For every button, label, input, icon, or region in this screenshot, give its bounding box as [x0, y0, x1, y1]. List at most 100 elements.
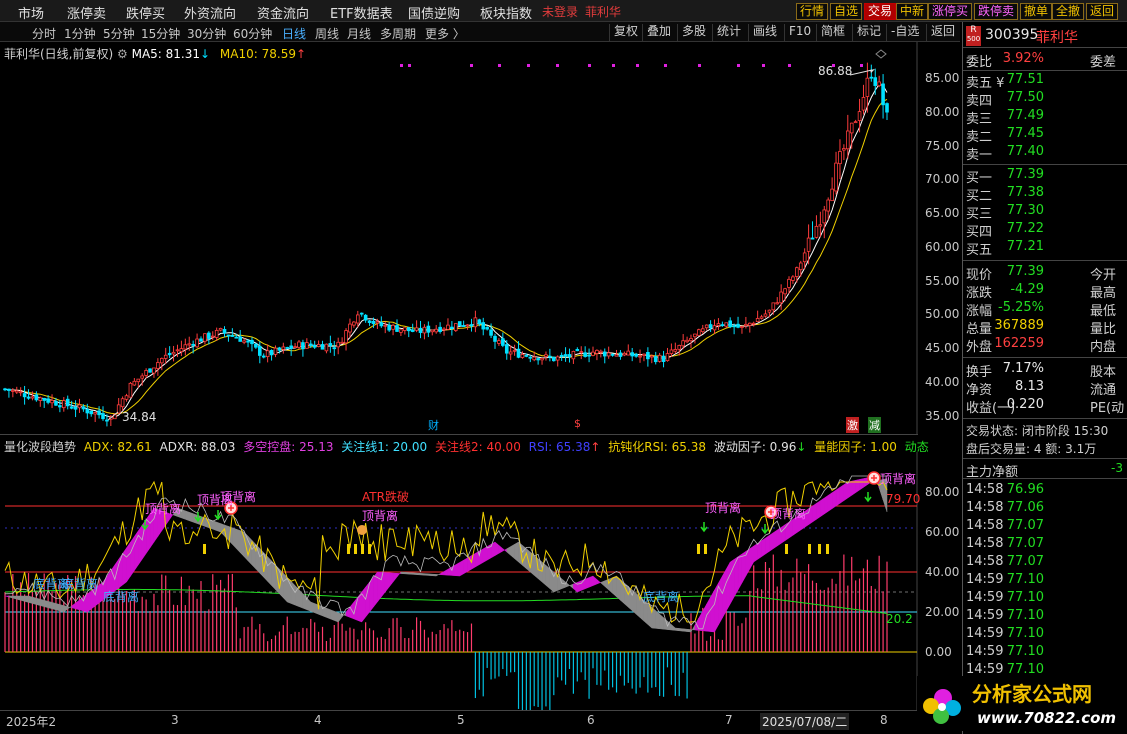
bid-level[interactable]: 买五 77.21 — [966, 239, 1126, 258]
trend-ribbon — [769, 532, 774, 552]
quote-button[interactable]: 行情 — [796, 3, 829, 20]
indicator-right-value: 79.70 — [886, 492, 921, 506]
candle-body — [46, 398, 50, 403]
period-timeshare[interactable]: 分时 — [32, 25, 56, 42]
cancel-all-button[interactable]: 全撤 — [1052, 3, 1085, 20]
new-shares-button[interactable]: 中新 — [896, 3, 929, 20]
ask-level[interactable]: 卖一 77.40 — [966, 144, 1126, 163]
menu-etf-data[interactable]: ETF数据表 — [330, 3, 393, 22]
trade-button[interactable]: 交易 — [864, 3, 897, 20]
bid-level[interactable]: 买二 77.38 — [966, 185, 1126, 204]
menu-capital-flow[interactable]: 资金流向 — [257, 3, 309, 22]
candle-body — [293, 346, 297, 349]
bottom-divergence-label: 底背离 — [103, 590, 140, 604]
menu-bond-repo[interactable]: 国债逆购 — [408, 3, 460, 22]
overlay-button[interactable]: 叠加 — [642, 24, 675, 41]
period-15min[interactable]: 15分钟 — [141, 25, 180, 42]
bid-price: 77.39 — [1006, 167, 1044, 182]
adjust-button[interactable]: 复权 — [609, 24, 642, 41]
period-more[interactable]: 更多 〉 — [425, 25, 465, 42]
candle-body — [653, 356, 658, 363]
trend-ribbon — [569, 583, 574, 590]
stat-value: -5.25% — [998, 300, 1044, 315]
candle-body — [363, 314, 368, 321]
draw-line-button[interactable]: 画线 — [748, 24, 781, 41]
bid-level[interactable]: 买三 77.30 — [966, 203, 1126, 222]
candle-body — [512, 349, 517, 352]
trend-ribbon — [820, 497, 825, 518]
menu-market[interactable]: 市场 — [18, 3, 44, 22]
tick-time: 14:59 — [966, 626, 1004, 641]
bid-label: 买一 — [966, 171, 993, 186]
candle-body — [873, 77, 878, 86]
trend-ribbon — [443, 568, 449, 576]
candle-body — [26, 396, 31, 399]
stat-row: 现价 77.39 今开 — [966, 264, 1126, 283]
indicator-legend: 量化波段趋势 ADX: 82.61 ADXR: 88.03 多空控盘: 25.1… — [4, 438, 929, 454]
ask-level[interactable]: 卖二 77.45 — [966, 126, 1126, 145]
finance-marker[interactable]: 财 — [428, 417, 439, 433]
period-5min[interactable]: 5分钟 — [103, 25, 135, 42]
candle-body — [7, 388, 11, 391]
bottom-divergence-label: 底背离 — [643, 590, 680, 604]
period-multi[interactable]: 多周期 — [380, 25, 416, 42]
candle-body — [246, 340, 250, 343]
bid-level[interactable]: 买一 77.39 — [966, 167, 1126, 186]
remove-watchlist-button[interactable]: -自选 — [886, 24, 923, 41]
candle-body — [720, 324, 725, 327]
menu-sector-index[interactable]: 板块指数 — [480, 3, 532, 22]
limit-up-buy-button[interactable]: 涨停买 — [928, 3, 973, 20]
limit-down-sell-button[interactable]: 跌停卖 — [974, 3, 1019, 20]
ask-level[interactable]: 卖四 77.50 — [966, 90, 1126, 109]
trend-ribbon — [827, 492, 833, 512]
trend-ribbon — [43, 599, 49, 609]
menu-limit-down-buy[interactable]: 跌停买 — [126, 3, 165, 22]
dollar-marker[interactable]: $ — [574, 417, 581, 430]
stats-button[interactable]: 统计 — [712, 24, 745, 41]
candle-body — [716, 323, 721, 326]
indicator-chart[interactable] — [0, 452, 918, 710]
signal-dot — [762, 64, 765, 67]
menu-foreign-flow[interactable]: 外资流向 — [184, 3, 236, 22]
back-button[interactable]: 返回 — [1086, 3, 1119, 20]
diamond-marker — [875, 49, 887, 59]
stat-value: 0.220 — [1006, 397, 1044, 412]
cancel-order-button[interactable]: 撤单 — [1020, 3, 1053, 20]
login-status[interactable]: 未登录 — [542, 3, 578, 20]
period-30min[interactable]: 30分钟 — [187, 25, 226, 42]
signal-bar — [785, 544, 788, 554]
watchlist-button[interactable]: 自选 — [830, 3, 863, 20]
stat-label2: 最低 — [1090, 304, 1117, 319]
trend-ribbon — [365, 581, 370, 618]
multi-stock-button[interactable]: 多股 — [677, 24, 710, 41]
ask-level[interactable]: 卖三 77.49 — [966, 108, 1126, 127]
candle-body — [622, 352, 627, 356]
simple-frame-button[interactable]: 简框 — [816, 24, 849, 41]
candlestick-chart[interactable] — [0, 42, 960, 434]
period-weekly[interactable]: 周线 — [315, 25, 339, 42]
period-daily[interactable]: 日线 — [282, 25, 306, 42]
trend-ribbon — [416, 572, 421, 576]
period-1min[interactable]: 1分钟 — [64, 25, 96, 42]
reduce-marker[interactable]: 减 — [868, 417, 881, 433]
bid-level[interactable]: 买四 77.22 — [966, 221, 1126, 240]
period-monthly[interactable]: 月线 — [347, 25, 371, 42]
candle-body — [403, 327, 407, 331]
mark-button[interactable]: 标记 — [852, 24, 885, 41]
candle-body — [477, 319, 482, 325]
tick-row: 14:59 77.10 — [966, 590, 1126, 608]
period-60min[interactable]: 60分钟 — [233, 25, 272, 42]
ask-level[interactable]: 卖五 ¥77.51 — [966, 72, 1126, 91]
candle-body — [673, 349, 678, 352]
menu-limit-up-sell[interactable]: 涨停卖 — [67, 3, 106, 22]
incentive-marker[interactable]: 激 — [846, 417, 859, 433]
period-back-button[interactable]: 返回 — [926, 24, 959, 41]
candle-body — [540, 357, 544, 361]
f10-button[interactable]: F10 — [784, 24, 815, 41]
candle-body — [563, 354, 568, 357]
after-hours-volume: 盘后交易量: 4 额: 3.1万 — [966, 442, 1097, 456]
trend-ribbon — [812, 502, 817, 523]
price-tick: 70.00 — [925, 172, 960, 186]
stat-row: 外盘 162259 内盘 — [966, 336, 1126, 355]
tick-row: 14:58 77.07 — [966, 536, 1126, 554]
